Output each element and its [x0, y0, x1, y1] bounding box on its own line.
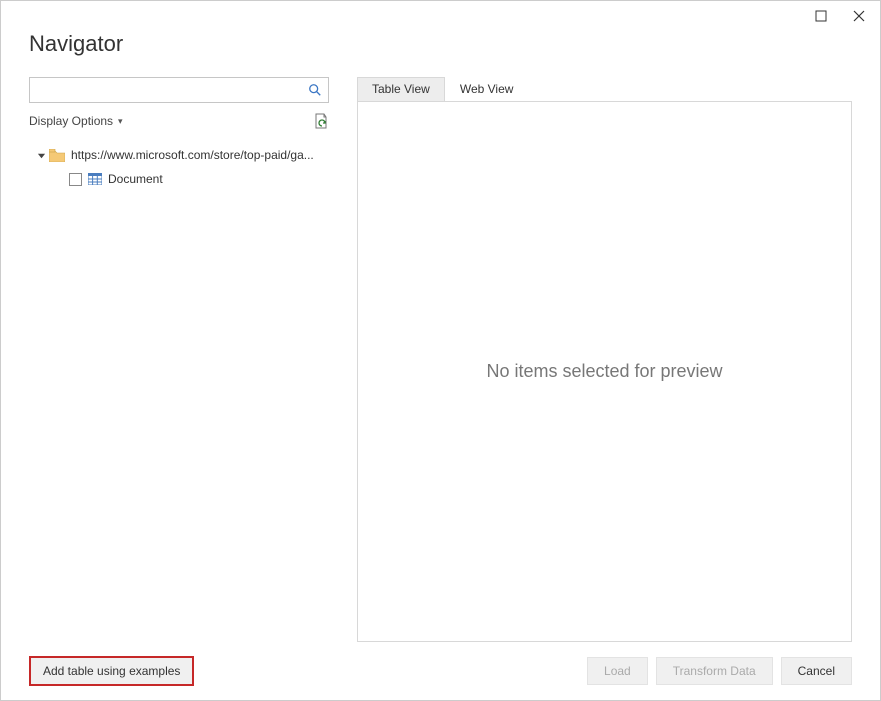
preview-empty-message: No items selected for preview [486, 361, 722, 382]
close-icon [853, 10, 865, 22]
cancel-button[interactable]: Cancel [781, 657, 852, 685]
preview-tabs: Table View Web View [357, 77, 852, 102]
table-icon [88, 173, 102, 185]
tree-root-label: https://www.microsoft.com/store/top-paid… [71, 148, 314, 162]
load-button[interactable]: Load [587, 657, 648, 685]
preview-pane: Table View Web View No items selected fo… [357, 63, 852, 642]
tab-web-view[interactable]: Web View [445, 77, 529, 102]
folder-icon [49, 149, 65, 162]
search-input[interactable] [29, 77, 329, 103]
search-button[interactable] [305, 80, 325, 100]
navigator-dialog: Navigator Display Options ▾ [0, 0, 881, 701]
caret-down-icon: ▾ [118, 116, 123, 127]
maximize-button[interactable] [808, 3, 834, 29]
chevron-down-icon [37, 151, 46, 160]
tree-item-label: Document [108, 172, 163, 186]
close-button[interactable] [846, 3, 872, 29]
source-tree: https://www.microsoft.com/store/top-paid… [29, 143, 329, 191]
tree-root-node[interactable]: https://www.microsoft.com/store/top-paid… [29, 143, 329, 167]
search-row [29, 77, 329, 103]
window-titlebar [1, 1, 880, 31]
add-table-using-examples-button[interactable]: Add table using examples [29, 656, 194, 686]
tab-table-view[interactable]: Table View [357, 77, 445, 102]
footer-buttons: Load Transform Data Cancel [587, 657, 852, 685]
transform-data-button[interactable]: Transform Data [656, 657, 773, 685]
dialog-title: Navigator [29, 31, 852, 57]
tree-item[interactable]: ▸ Document [29, 167, 329, 191]
refresh-button[interactable] [313, 113, 329, 129]
navigation-pane: Display Options ▾ [29, 63, 329, 642]
preview-area: No items selected for preview [357, 101, 852, 642]
search-icon [308, 83, 322, 97]
refresh-icon [313, 113, 329, 129]
dialog-header: Navigator [1, 31, 880, 63]
tree-item-checkbox[interactable] [69, 173, 82, 186]
display-options-dropdown[interactable]: Display Options ▾ [29, 114, 123, 128]
maximize-icon [815, 10, 827, 22]
options-row: Display Options ▾ [29, 113, 329, 129]
tree-expander[interactable] [35, 151, 47, 160]
display-options-label: Display Options [29, 114, 113, 128]
dialog-footer: Add table using examples Load Transform … [1, 642, 880, 700]
dialog-body: Display Options ▾ [1, 63, 880, 642]
